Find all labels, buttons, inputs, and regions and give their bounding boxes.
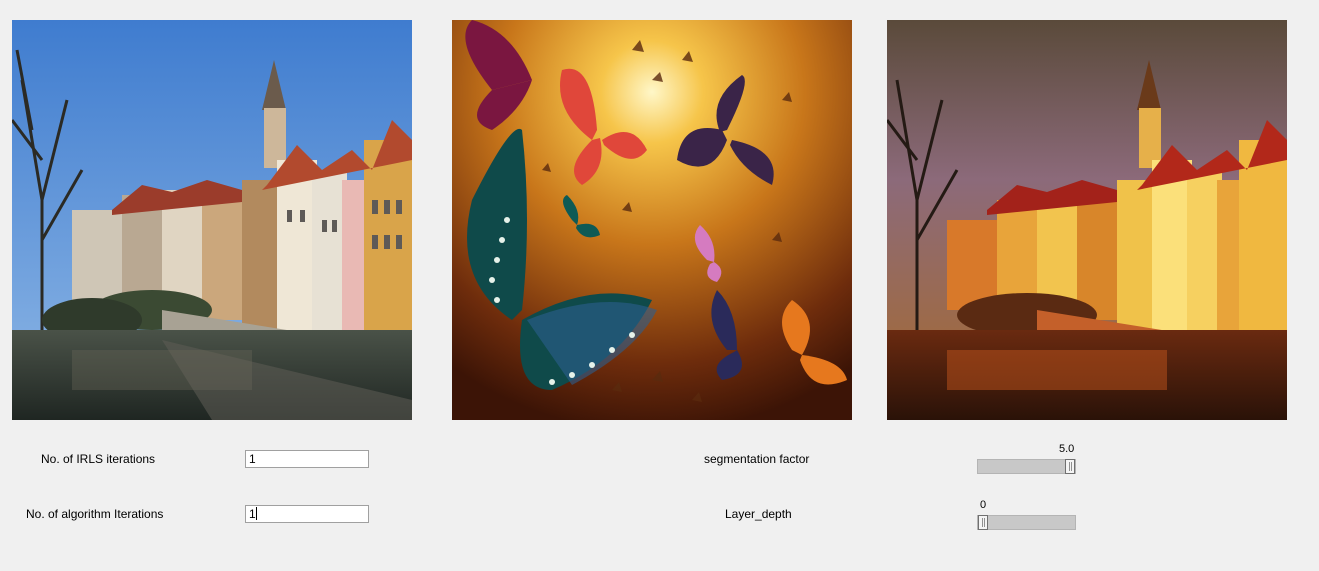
text-caret <box>255 507 257 520</box>
layer-depth-value: 0 <box>980 499 987 511</box>
segmentation-factor-slider-thumb[interactable] <box>1065 459 1075 474</box>
layer-depth-slider-thumb[interactable] <box>978 515 988 530</box>
segmentation-factor-slider[interactable] <box>977 459 1076 474</box>
result-image-art <box>887 20 1287 420</box>
style-image <box>452 20 852 420</box>
layer-depth-slider[interactable] <box>977 515 1076 530</box>
algorithm-iterations-label: No. of algorithm Iterations <box>26 507 164 521</box>
algorithm-iterations-input[interactable]: 1 <box>245 505 369 523</box>
algorithm-iterations-value: 1 <box>249 507 256 521</box>
content-image-art <box>12 20 412 420</box>
irls-iterations-label: No. of IRLS iterations <box>41 452 156 466</box>
result-image <box>887 20 1287 420</box>
content-image <box>12 20 412 420</box>
style-image-art <box>452 20 852 420</box>
irls-iterations-input[interactable]: 1 <box>245 450 369 468</box>
segmentation-factor-label: segmentation factor <box>704 452 810 466</box>
segmentation-factor-value: 5.0 <box>1059 443 1075 455</box>
irls-iterations-value: 1 <box>249 452 256 466</box>
layer-depth-label: Layer_depth <box>725 507 792 521</box>
